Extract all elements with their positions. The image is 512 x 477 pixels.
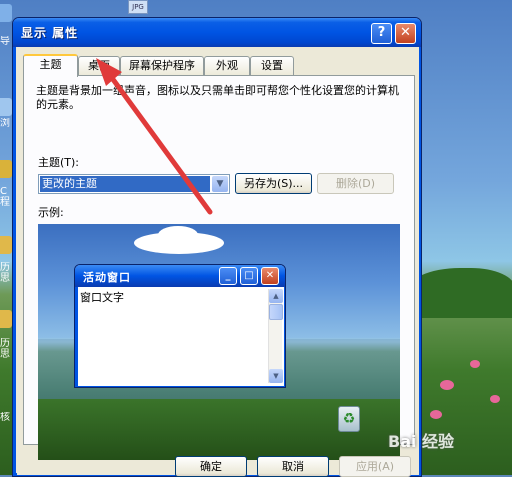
dialog-body: 主题 桌面 屏幕保护程序 外观 设置 主题是背景加一组声音，图标以及只需单击即可… bbox=[17, 47, 419, 477]
jpg-file-icon[interactable]: JPG bbox=[128, 0, 148, 14]
desktop-icon[interactable] bbox=[0, 4, 12, 22]
desktop-icon[interactable] bbox=[0, 98, 12, 116]
desktop-icon[interactable] bbox=[0, 236, 12, 254]
theme-preview: 活动窗口 _ □ ✕ 窗口文字 ▲ ▼ ♻ bbox=[38, 224, 400, 460]
theme-panel: 主题是背景加一组声音，图标以及只需单击即可帮您个性化设置您的计算机的元素。 主题… bbox=[23, 75, 415, 460]
preview-active-window: 活动窗口 _ □ ✕ 窗口文字 ▲ ▼ bbox=[74, 264, 286, 388]
cancel-button[interactable]: 取消 bbox=[257, 456, 329, 477]
preview-window-text: 窗口文字 bbox=[80, 291, 124, 304]
tab-screensaver[interactable]: 屏幕保护程序 bbox=[120, 56, 204, 76]
close-button[interactable]: ✕ bbox=[395, 23, 416, 44]
lotus-decoration bbox=[430, 410, 442, 419]
theme-select-value: 更改的主题 bbox=[40, 176, 210, 192]
save-as-button[interactable]: 另存为(S)... bbox=[235, 173, 312, 194]
ok-button[interactable]: 确定 bbox=[175, 456, 247, 477]
theme-select[interactable]: 更改的主题 ▼ bbox=[38, 174, 230, 194]
chevron-down-icon[interactable]: ▼ bbox=[212, 176, 228, 192]
window-title: 显示 属性 bbox=[21, 26, 79, 40]
lotus-decoration bbox=[470, 360, 480, 368]
desktop-icon[interactable] bbox=[0, 310, 12, 328]
lotus-decoration bbox=[490, 395, 500, 403]
cloud-decoration bbox=[158, 226, 198, 244]
desktop-icon[interactable] bbox=[0, 160, 12, 178]
tab-theme[interactable]: 主题 bbox=[23, 54, 78, 77]
help-button[interactable]: ? bbox=[371, 23, 392, 44]
delete-button[interactable]: 删除(D) bbox=[317, 173, 394, 194]
lotus-decoration bbox=[440, 380, 454, 390]
scroll-down-icon: ▼ bbox=[269, 369, 283, 383]
scroll-up-icon: ▲ bbox=[269, 289, 283, 303]
preview-window-title: 活动窗口 bbox=[83, 271, 131, 284]
scroll-thumb bbox=[269, 304, 283, 320]
title-bar[interactable]: 显示 属性 ? ✕ bbox=[13, 18, 421, 47]
preview-label: 示例: bbox=[38, 206, 64, 219]
theme-label: 主题(T): bbox=[38, 156, 80, 169]
display-properties-window: 显示 属性 ? ✕ 主题 桌面 屏幕保护程序 外观 设置 主题是背景加一组声音，… bbox=[12, 17, 422, 477]
theme-description: 主题是背景加一组声音，图标以及只需单击即可帮您个性化设置您的计算机的元素。 bbox=[36, 84, 399, 111]
maximize-icon: □ bbox=[240, 267, 258, 285]
preview-scrollbar: ▲ ▼ bbox=[268, 289, 283, 383]
preview-window-content: 窗口文字 ▲ ▼ bbox=[78, 287, 284, 386]
tab-desktop[interactable]: 桌面 bbox=[78, 56, 120, 76]
tab-settings[interactable]: 设置 bbox=[250, 56, 294, 76]
preview-title-bar: 活动窗口 _ □ ✕ bbox=[75, 265, 285, 287]
close-icon: ✕ bbox=[261, 267, 279, 285]
recycle-bin-icon: ♻ bbox=[338, 406, 360, 432]
watermark: Bai 经验 bbox=[388, 432, 455, 451]
tab-appearance[interactable]: 外观 bbox=[204, 56, 250, 76]
minimize-icon: _ bbox=[219, 267, 237, 285]
